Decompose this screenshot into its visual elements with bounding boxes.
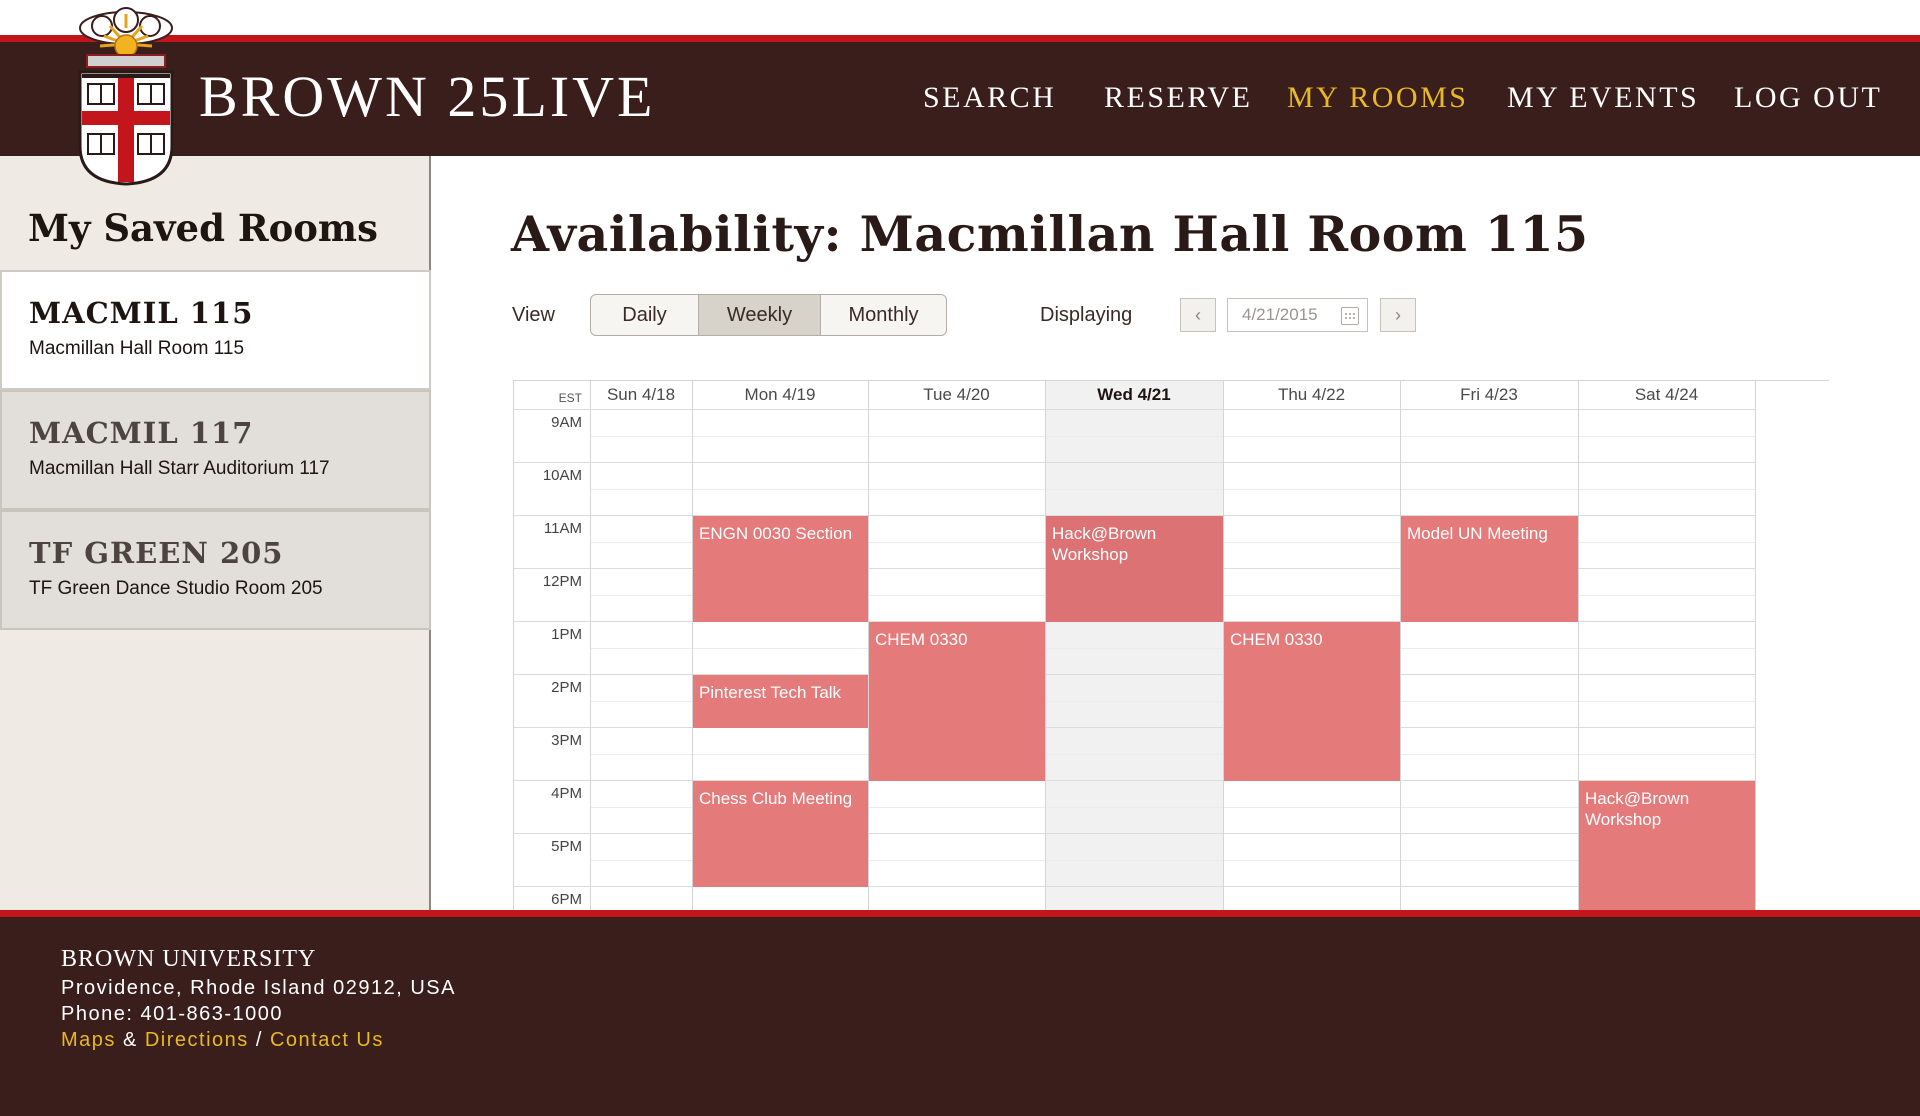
view-weekly-button[interactable]: Weekly xyxy=(699,295,821,335)
time-label: 1PM xyxy=(551,626,582,643)
site-footer: BROWN UNIVERSITY Providence, Rhode Islan… xyxy=(0,917,1920,1116)
calendar-event[interactable]: Chess Club Meeting xyxy=(693,781,868,887)
column-divider-line xyxy=(590,381,591,910)
time-label: 11AM xyxy=(543,520,582,537)
day-header: Thu 4/22 xyxy=(1277,385,1346,404)
footer-separator: / xyxy=(248,1029,270,1051)
room-card-tf-green-205[interactable]: TF GREEN 205 TF Green Dance Studio Room … xyxy=(0,510,431,630)
day-header: Sun 4/18 xyxy=(606,385,676,404)
nav-log-out[interactable]: LOG OUT xyxy=(1734,76,1882,120)
saved-rooms-sidebar: My Saved Rooms MACMIL 115 Macmillan Hall… xyxy=(0,156,431,910)
room-code: MACMIL 115 xyxy=(29,296,254,330)
nav-my-events[interactable]: MY EVENTS xyxy=(1507,76,1699,120)
time-label: 3PM xyxy=(551,732,582,749)
time-label: 6PM xyxy=(551,891,582,908)
view-monthly-button[interactable]: Monthly xyxy=(821,295,946,335)
nav-my-rooms[interactable]: MY ROOMS xyxy=(1287,76,1468,120)
time-label: 5PM xyxy=(551,838,582,855)
footer-org-name: BROWN UNIVERSITY xyxy=(61,946,317,972)
footer-links: Maps & Directions / Contact Us xyxy=(61,1029,384,1052)
room-name: TF Green Dance Studio Room 205 xyxy=(29,578,323,599)
room-code: TF GREEN 205 xyxy=(29,536,284,570)
date-input[interactable]: 4/21/2015 xyxy=(1227,298,1368,332)
page-title: Availability: Macmillan Hall Room 115 xyxy=(511,205,1589,263)
day-header: Mon 4/19 xyxy=(744,385,816,404)
day-header: Wed 4/21 xyxy=(1097,385,1171,404)
footer-accent-bar xyxy=(0,910,1920,917)
column-divider-line xyxy=(1045,381,1046,910)
footer-maps-link[interactable]: Maps xyxy=(61,1029,116,1051)
footer-address: Providence, Rhode Island 02912, USA xyxy=(61,977,456,999)
nav-search[interactable]: SEARCH xyxy=(923,76,1056,120)
room-card-macmil-115[interactable]: MACMIL 115 Macmillan Hall Room 115 xyxy=(0,270,431,390)
date-value: 4/21/2015 xyxy=(1242,305,1318,324)
calendar-event[interactable]: ENGN 0030 Section xyxy=(693,516,868,622)
header-divider-line xyxy=(514,409,1755,410)
half-hour-line xyxy=(590,753,1755,755)
footer-contact-link[interactable]: Contact Us xyxy=(270,1029,384,1051)
calendar-event[interactable]: CHEM 0330 xyxy=(869,622,1045,781)
nav-reserve[interactable]: RESERVE xyxy=(1104,76,1252,120)
time-label: 10AM xyxy=(542,467,582,484)
column-divider-line xyxy=(1755,381,1756,910)
previous-week-button[interactable]: ‹ xyxy=(1180,298,1216,332)
half-hour-line xyxy=(590,647,1755,649)
hour-line xyxy=(514,462,1755,463)
footer-directions-link[interactable]: Directions xyxy=(145,1029,249,1051)
brown-shield-logo-icon[interactable] xyxy=(74,6,178,186)
top-strip xyxy=(0,0,1920,35)
half-hour-line xyxy=(590,488,1755,490)
room-name: Macmillan Hall Room 115 xyxy=(29,338,245,359)
next-week-button[interactable]: › xyxy=(1380,298,1416,332)
room-card-macmil-117[interactable]: MACMIL 117 Macmillan Hall Starr Auditori… xyxy=(0,390,431,510)
calendar-event[interactable]: Model UN Meeting xyxy=(1401,516,1578,622)
weekly-calendar-grid: EST Sun 4/18 Mon 4/19 Tue 4/20 Wed 4/21 Thu 4… xyxy=(513,380,1829,910)
header-accent-bar xyxy=(0,35,1920,42)
footer-separator: & xyxy=(115,1029,145,1051)
chevron-right-icon: › xyxy=(1395,304,1401,325)
day-header: Fri 4/23 xyxy=(1460,385,1518,404)
calendar-event[interactable]: Hack@Brown Workshop xyxy=(1579,781,1755,910)
view-daily-button[interactable]: Daily xyxy=(591,295,699,335)
half-hour-line xyxy=(590,435,1755,437)
site-brand-title[interactable]: BROWN 25LIVE xyxy=(199,62,655,132)
day-header: Tue 4/20 xyxy=(923,385,990,404)
time-label: 2PM xyxy=(551,679,582,696)
room-name: Macmillan Hall Starr Auditorium 117 xyxy=(29,458,330,479)
timezone-label: EST xyxy=(558,391,582,405)
view-toggle: Daily Weekly Monthly xyxy=(590,294,947,336)
displaying-label: Displaying xyxy=(1040,304,1133,326)
calendar-event[interactable]: CHEM 0330 xyxy=(1224,622,1400,781)
sidebar-title: My Saved Rooms xyxy=(28,206,378,250)
today-column-highlight xyxy=(1045,381,1223,910)
column-divider-line xyxy=(1400,381,1401,910)
view-label: View xyxy=(512,304,555,326)
time-label: 4PM xyxy=(551,785,582,802)
day-header: Sat 4/24 xyxy=(1634,385,1699,404)
footer-phone: Phone: 401-863-1000 xyxy=(61,1003,283,1025)
chevron-left-icon: ‹ xyxy=(1195,304,1201,325)
room-code: MACMIL 117 xyxy=(29,416,254,450)
calendar-icon[interactable] xyxy=(1341,307,1359,325)
calendar-event[interactable]: Hack@Brown Workshop xyxy=(1046,516,1223,622)
time-label: 12PM xyxy=(542,573,582,590)
calendar-event[interactable]: Pinterest Tech Talk xyxy=(693,675,868,728)
time-label: 9AM xyxy=(551,414,582,431)
